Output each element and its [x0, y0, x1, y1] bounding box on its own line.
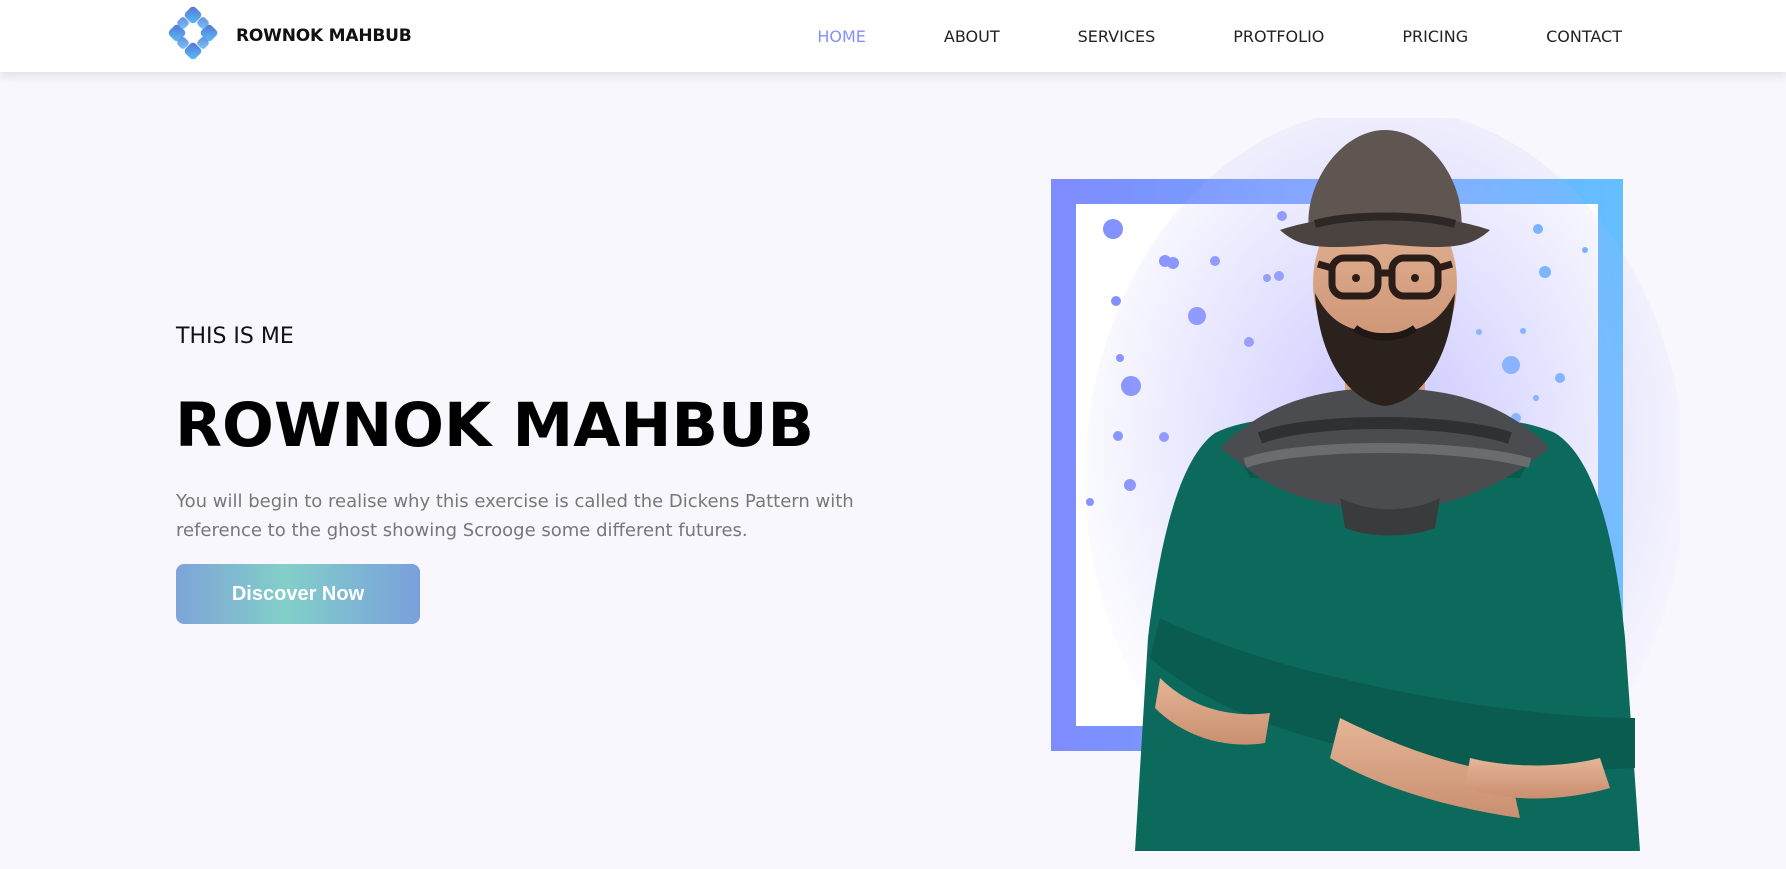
nav-portfolio[interactable]: PROTFOLIO — [1233, 24, 1324, 50]
nav-about[interactable]: ABOUT — [944, 24, 1000, 50]
nav-pricing[interactable]: PRICING — [1402, 24, 1468, 50]
hero-title: ROWNOK MAHBUB — [175, 390, 815, 461]
hero-description: You will begin to realise why this exerc… — [176, 491, 854, 541]
brand-logo-icon — [168, 6, 218, 60]
hero-kicker: THIS IS ME — [176, 324, 294, 349]
brand-link[interactable]: ROWNOK MAHBUB — [164, 5, 412, 67]
hero-portrait — [1040, 118, 1680, 851]
main-nav: HOME ABOUT SERVICES PROTFOLIO PRICING CO… — [739, 24, 1622, 50]
brand-name: ROWNOK MAHBUB — [236, 26, 412, 46]
discover-now-button[interactable]: Discover Now — [176, 564, 420, 624]
nav-home[interactable]: HOME — [817, 24, 866, 50]
man-portrait-icon — [1051, 118, 1680, 851]
nav-services[interactable]: SERVICES — [1078, 24, 1156, 50]
nav-contact[interactable]: CONTACT — [1546, 24, 1622, 50]
site-header: ROWNOK MAHBUB HOME ABOUT SERVICES PROTFO… — [0, 0, 1786, 72]
